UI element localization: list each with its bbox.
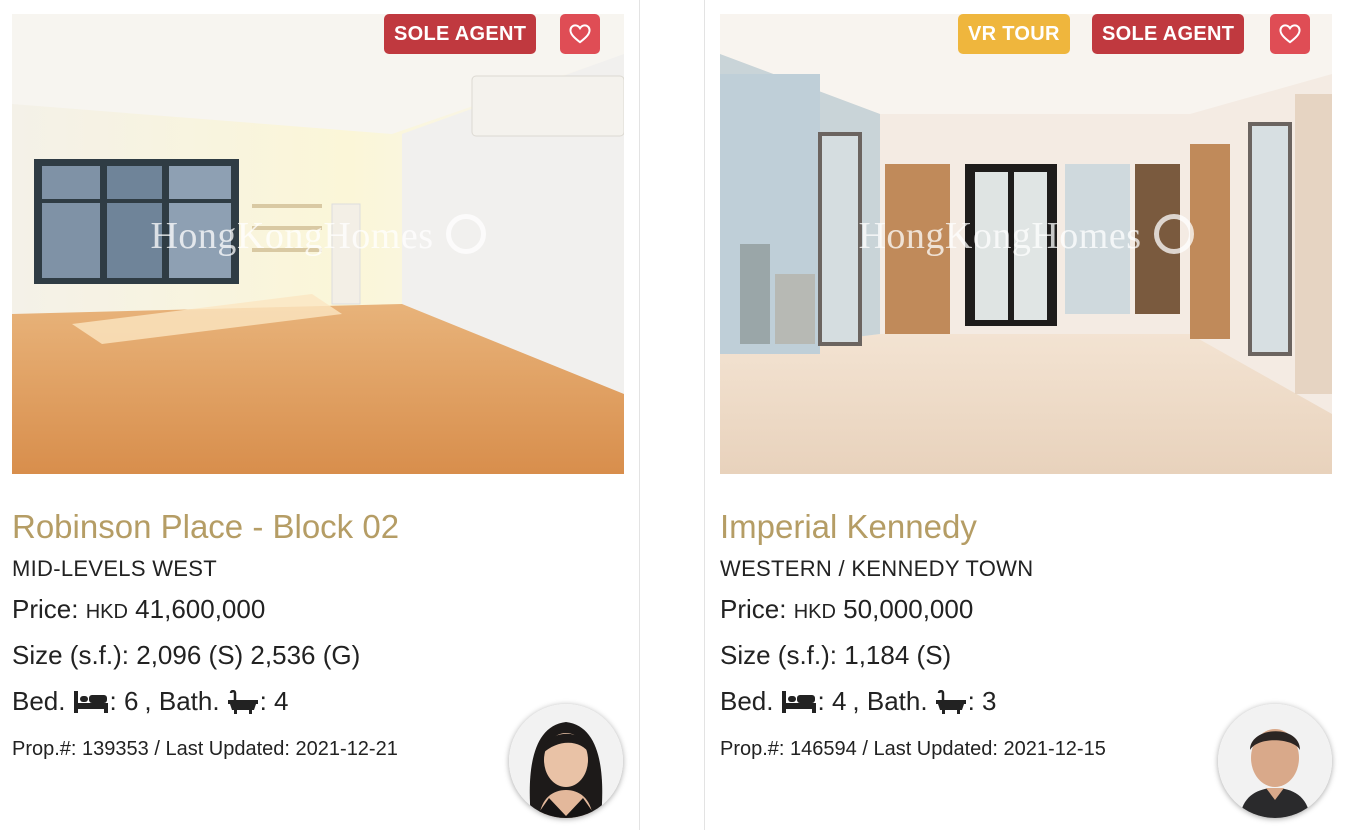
bed-icon <box>73 690 108 713</box>
size-label: Size (s.f.): <box>720 640 838 670</box>
agent-photo <box>1218 704 1332 818</box>
favorite-button[interactable] <box>560 14 600 54</box>
bed-label: Bed. <box>720 686 774 716</box>
size-value: 2,096 (S) 2,536 (G) <box>136 640 361 670</box>
heart-outline-icon <box>569 24 591 44</box>
beds-value: : 6 <box>109 686 139 716</box>
bathtub-icon <box>935 689 966 714</box>
listing-card[interactable]: HongKongHomes SOLE AGENT Robinson Place … <box>0 0 640 830</box>
agent-avatar[interactable] <box>1218 704 1332 818</box>
size-value: 1,184 (S) <box>844 640 952 670</box>
bed-bath-line: Bed. : 6 , Bath. : 4 <box>12 686 289 717</box>
bed-icon <box>781 690 816 713</box>
price-line: Price: HKD 41,600,000 <box>12 594 265 625</box>
sole-agent-badge: SOLE AGENT <box>384 14 537 54</box>
size-line: Size (s.f.): 2,096 (S) 2,536 (G) <box>12 640 360 671</box>
price-value: 50,000,000 <box>843 594 974 624</box>
currency-label: HKD <box>793 601 836 623</box>
price-value: 41,600,000 <box>135 594 266 624</box>
listing-card[interactable]: HongKongHomes VR TOUR SOLE AGENT Imperia… <box>704 0 1346 830</box>
price-line: Price: HKD 50,000,000 <box>720 594 973 625</box>
watermark: HongKongHomes <box>12 214 624 258</box>
property-meta: Prop.#: 146594 / Last Updated: 2021-12-1… <box>720 738 1106 760</box>
currency-label: HKD <box>85 601 128 623</box>
bathtub-icon <box>227 689 258 714</box>
baths-value: : 3 <box>967 686 997 716</box>
bed-label: Bed. <box>12 686 66 716</box>
watermark: HongKongHomes <box>720 214 1332 258</box>
district-label: WESTERN / KENNEDY TOWN <box>720 556 1034 581</box>
district-label: MID-LEVELS WEST <box>12 556 217 581</box>
property-title-link[interactable]: Robinson Place - Block 02 <box>12 508 399 546</box>
agent-photo <box>509 704 623 818</box>
vr-tour-badge[interactable]: VR TOUR <box>958 14 1070 54</box>
bath-label: , Bath. <box>852 686 928 716</box>
property-photo[interactable]: HongKongHomes <box>720 14 1332 474</box>
bed-bath-line: Bed. : 4 , Bath. : 3 <box>720 686 997 717</box>
beds-value: : 4 <box>817 686 847 716</box>
sole-agent-badge: SOLE AGENT <box>1092 14 1245 54</box>
size-label: Size (s.f.): <box>12 640 130 670</box>
price-label: Price: <box>12 594 79 624</box>
watermark-logo-icon <box>445 214 486 254</box>
heart-outline-icon <box>1279 24 1301 44</box>
favorite-button[interactable] <box>1270 14 1310 54</box>
property-title-link[interactable]: Imperial Kennedy <box>720 508 977 546</box>
watermark-logo-icon <box>1153 214 1194 254</box>
bath-label: , Bath. <box>144 686 220 716</box>
size-line: Size (s.f.): 1,184 (S) <box>720 640 951 671</box>
baths-value: : 4 <box>259 686 289 716</box>
price-label: Price: <box>720 594 787 624</box>
agent-avatar[interactable] <box>509 704 623 818</box>
property-meta: Prop.#: 139353 / Last Updated: 2021-12-2… <box>12 738 398 760</box>
property-photo[interactable]: HongKongHomes <box>12 14 624 474</box>
